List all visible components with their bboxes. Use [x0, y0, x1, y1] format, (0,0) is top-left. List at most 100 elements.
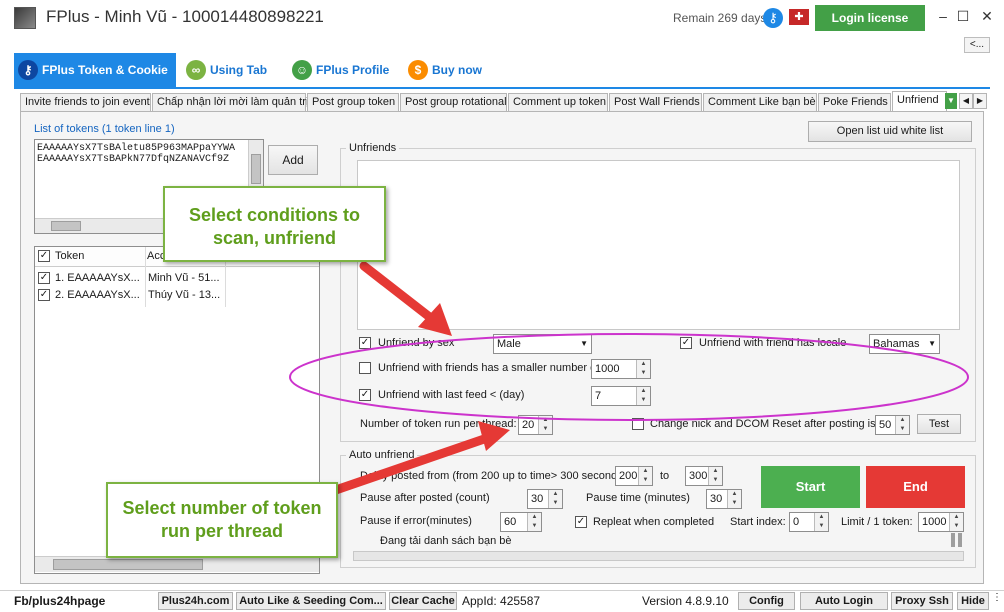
pause-time-value: 30 [710, 493, 723, 505]
subtab-comment-like[interactable]: Comment Like bạn bè [703, 93, 817, 111]
spinner-arrows-icon[interactable]: ▲ ▼ [727, 490, 741, 508]
table-row[interactable]: ✓ 1. EAAAAAYsX... Minh Vũ - 51... [35, 270, 319, 287]
clear-cache-button[interactable]: Clear Cache [389, 592, 457, 610]
test-button[interactable]: Test [917, 414, 961, 434]
key-icon[interactable]: ⚷ [763, 8, 783, 28]
auto-login-button[interactable]: Auto Login [800, 592, 888, 610]
pause-after-input[interactable]: 30 ▲ ▼ [527, 489, 563, 509]
token-per-thread-input[interactable]: 20 ▲ ▼ [518, 415, 553, 435]
change-nick-checkbox[interactable] [632, 418, 644, 430]
subtab-poke-friends[interactable]: Poke Friends [818, 93, 891, 111]
change-nick-label: Change nick and DCOM Reset after posting… [650, 418, 876, 430]
add-button[interactable]: Add [268, 145, 318, 175]
close-button[interactable]: ✕ [976, 5, 998, 27]
limit-input[interactable]: 1000 ▲ ▼ [918, 512, 964, 532]
delay-to-value: 300 [689, 470, 708, 482]
last-feed-input[interactable]: 7 ▲ ▼ [591, 386, 651, 406]
subtab-invite-friends[interactable]: Invite friends to join event [20, 93, 151, 111]
link-icon: ∞ [186, 60, 206, 80]
spinner-arrows-icon[interactable]: ▲ ▼ [538, 416, 552, 434]
smaller-number-input[interactable]: 1000 ▲ ▼ [591, 359, 651, 379]
resize-grip-icon[interactable]: ⋮ [992, 592, 1002, 603]
tab-using-tab[interactable]: ∞ Using Tab [182, 53, 280, 87]
unfriend-locale-label: Unfriend with friend has locale [699, 337, 847, 349]
scroll-thumb[interactable] [51, 221, 81, 231]
delay-from-input[interactable]: 200 ▲ ▼ [615, 466, 653, 486]
callout-conditions: Select conditions to scan, unfriend [163, 186, 386, 262]
tab-buy-now[interactable]: $ Buy now [404, 53, 494, 87]
pause-after-value: 30 [531, 493, 544, 505]
spinner-arrows-icon[interactable]: ▲ ▼ [638, 467, 652, 485]
collapse-button[interactable]: <... [964, 37, 990, 53]
spinner-arrows-icon[interactable]: ▲ ▼ [527, 513, 541, 531]
scroll-thumb[interactable] [251, 154, 261, 184]
sex-select[interactable]: Male ▼ [493, 334, 592, 354]
minimize-button[interactable]: – [932, 5, 954, 27]
config-button[interactable]: Config [738, 592, 795, 610]
unfriend-by-sex-checkbox[interactable]: ✓ [359, 337, 371, 349]
delay-label: Delay posted from (from 200 up to time> … [360, 470, 627, 482]
unfriends-group-title: Unfriends [346, 142, 400, 154]
tab-label: FPlus Profile [316, 63, 390, 77]
maximize-button[interactable]: ☐ [952, 5, 974, 27]
spinner-arrows-icon[interactable]: ▲ ▼ [895, 416, 909, 434]
scroll-thumb[interactable] [53, 559, 203, 570]
spinner-arrows-icon[interactable]: ▲ ▼ [636, 387, 650, 405]
limit-value: 1000 [922, 516, 947, 528]
chevron-down-icon: ▼ [928, 339, 936, 348]
unfriend-locale-checkbox[interactable]: ✓ [680, 337, 692, 349]
auto-like-seeding-button[interactable]: Auto Like & Seeding Com... [236, 592, 386, 610]
select-all-checkbox[interactable]: ✓ [38, 250, 50, 262]
start-button[interactable]: Start [761, 466, 860, 508]
delay-to-input[interactable]: 300 ▲ ▼ [685, 466, 723, 486]
scroll-left-icon[interactable]: ◀ [959, 93, 973, 109]
row-token: 2. EAAAAAYsX... [55, 289, 140, 301]
spinner-arrows-icon[interactable]: ▲ ▼ [949, 513, 963, 531]
grid-horizontal-scrollbar[interactable] [35, 556, 319, 572]
row-checkbox[interactable]: ✓ [38, 272, 50, 284]
unfriends-list[interactable] [357, 160, 960, 330]
spinner-arrows-icon[interactable]: ▲ ▼ [636, 360, 650, 378]
login-license-button[interactable]: Login license [815, 5, 925, 31]
smaller-number-checkbox[interactable] [359, 362, 371, 374]
last-feed-value: 7 [595, 390, 602, 402]
start-index-input[interactable]: 0 ▲ ▼ [789, 512, 829, 532]
token-line: EAAAAAYsX7TsBAPkN77DfqNZANAVCf9Z [37, 154, 230, 165]
start-index-label: Start index: [730, 516, 786, 528]
start-index-value: 0 [793, 516, 800, 528]
subtab-post-group-rotational[interactable]: Post group rotational [400, 93, 507, 111]
open-whitelist-button[interactable]: Open list uid white list [808, 121, 972, 142]
scroll-right-icon[interactable]: ▶ [973, 93, 987, 109]
spinner-arrows-icon[interactable]: ▲ ▼ [708, 467, 722, 485]
hide-button[interactable]: Hide [957, 592, 989, 610]
subtab-comment-up-token[interactable]: Comment up token [508, 93, 608, 111]
subtab-post-group-token[interactable]: Post group token [307, 93, 399, 111]
tab-fplus-token-cookie[interactable]: ⚷ FPlus Token & Cookie [14, 53, 176, 87]
plus24h-button[interactable]: Plus24h.com [158, 592, 233, 610]
pause-icon[interactable] [951, 533, 963, 547]
subtab-accept-admin[interactable]: Chấp nhận lời mời làm quản trị [152, 93, 308, 111]
pause-error-input[interactable]: 60 ▲ ▼ [500, 512, 542, 532]
progress-bar [353, 551, 964, 561]
token-per-thread-label: Number of token run per thread: [360, 418, 517, 430]
table-row[interactable]: ✓ 2. EAAAAAYsX... Thúy Vũ - 13... [35, 287, 319, 304]
tab-fplus-profile[interactable]: ☺ FPlus Profile [288, 53, 402, 87]
last-feed-checkbox[interactable]: ✓ [359, 389, 371, 401]
row-checkbox[interactable]: ✓ [38, 289, 50, 301]
delay-from-value: 200 [619, 470, 638, 482]
spinner-arrows-icon[interactable]: ▲ ▼ [548, 490, 562, 508]
end-button[interactable]: End [866, 466, 965, 508]
uk-flag-icon[interactable]: ✚ [789, 9, 809, 25]
proxy-ssh-button[interactable]: Proxy Ssh [891, 592, 953, 610]
spinner-arrows-icon[interactable]: ▲ ▼ [814, 513, 828, 531]
locale-select[interactable]: Bahamas ▼ [869, 334, 940, 354]
subtab-post-wall-friends[interactable]: Post Wall Friends [609, 93, 702, 111]
change-nick-input[interactable]: 50 ▲ ▼ [875, 415, 910, 435]
window-title: FPlus - Minh Vũ - 100014480898221 [46, 7, 324, 26]
last-feed-label: Unfriend with last feed < (day) [378, 389, 525, 401]
subtab-unfriend[interactable]: Unfriend [892, 91, 947, 111]
sub-tab-strip: Invite friends to join event Chấp nhận l… [20, 91, 948, 111]
repeat-checkbox[interactable]: ✓ [575, 516, 587, 528]
chevron-down-icon[interactable]: ▼ [945, 93, 957, 109]
pause-time-input[interactable]: 30 ▲ ▼ [706, 489, 742, 509]
